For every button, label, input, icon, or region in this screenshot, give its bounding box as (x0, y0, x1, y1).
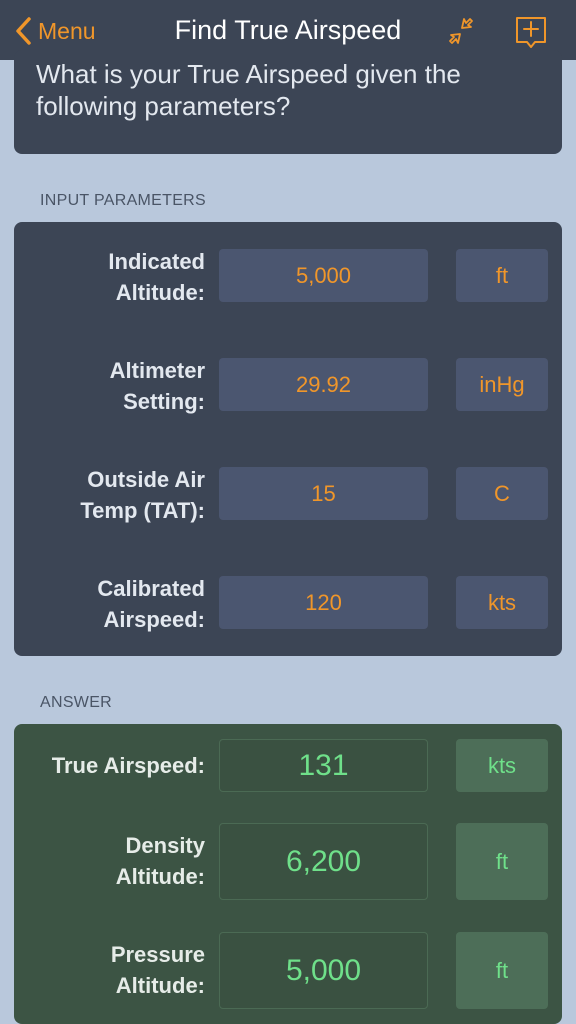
question-card: What is your True Airspeed given the fol… (14, 50, 562, 154)
question-text: What is your True Airspeed given the fol… (36, 59, 461, 121)
answer-header: ANSWER (40, 694, 113, 711)
altitude-unit-button[interactable]: ft (456, 249, 548, 302)
collapse-arrows-icon[interactable] (444, 14, 478, 48)
temperature-unit-button[interactable]: C (456, 467, 548, 520)
calibrated-airspeed-field[interactable]: 120 (219, 576, 428, 629)
row-label: True Airspeed: (51, 753, 205, 778)
density-altitude-value: 6,200 (219, 823, 428, 900)
row-label: Pressure Altitude: (110, 942, 205, 998)
row-label: Calibrated Airspeed: (97, 576, 205, 632)
input-parameters-header: INPUT PARAMETERS (40, 192, 207, 209)
true-airspeed-value: 131 (219, 739, 428, 792)
row-label: Altimeter Setting: (109, 358, 205, 414)
row-label: Outside Air Temp (TAT): (80, 467, 205, 523)
speed-unit-button[interactable]: kts (456, 576, 548, 629)
bookmark-add-icon[interactable] (514, 14, 548, 48)
outside-air-temp-field[interactable]: 15 (219, 467, 428, 520)
pressure-unit-button[interactable]: inHg (456, 358, 548, 411)
input-parameters-panel: Indicated Altitude: 5,000 ft Altimeter S… (14, 222, 562, 656)
answer-panel: True Airspeed: 131 kts Density Altitude:… (14, 724, 562, 1024)
row-label: Indicated Altitude: (108, 249, 205, 305)
pressure-altitude-value: 5,000 (219, 932, 428, 1009)
altimeter-setting-field[interactable]: 29.92 (219, 358, 428, 411)
true-airspeed-unit-button[interactable]: kts (456, 739, 548, 792)
density-altitude-unit-button[interactable]: ft (456, 823, 548, 900)
indicated-altitude-field[interactable]: 5,000 (219, 249, 428, 302)
pressure-altitude-unit-button[interactable]: ft (456, 932, 548, 1009)
page-title: Find True Airspeed (174, 15, 402, 45)
row-label: Density Altitude: (115, 833, 205, 889)
